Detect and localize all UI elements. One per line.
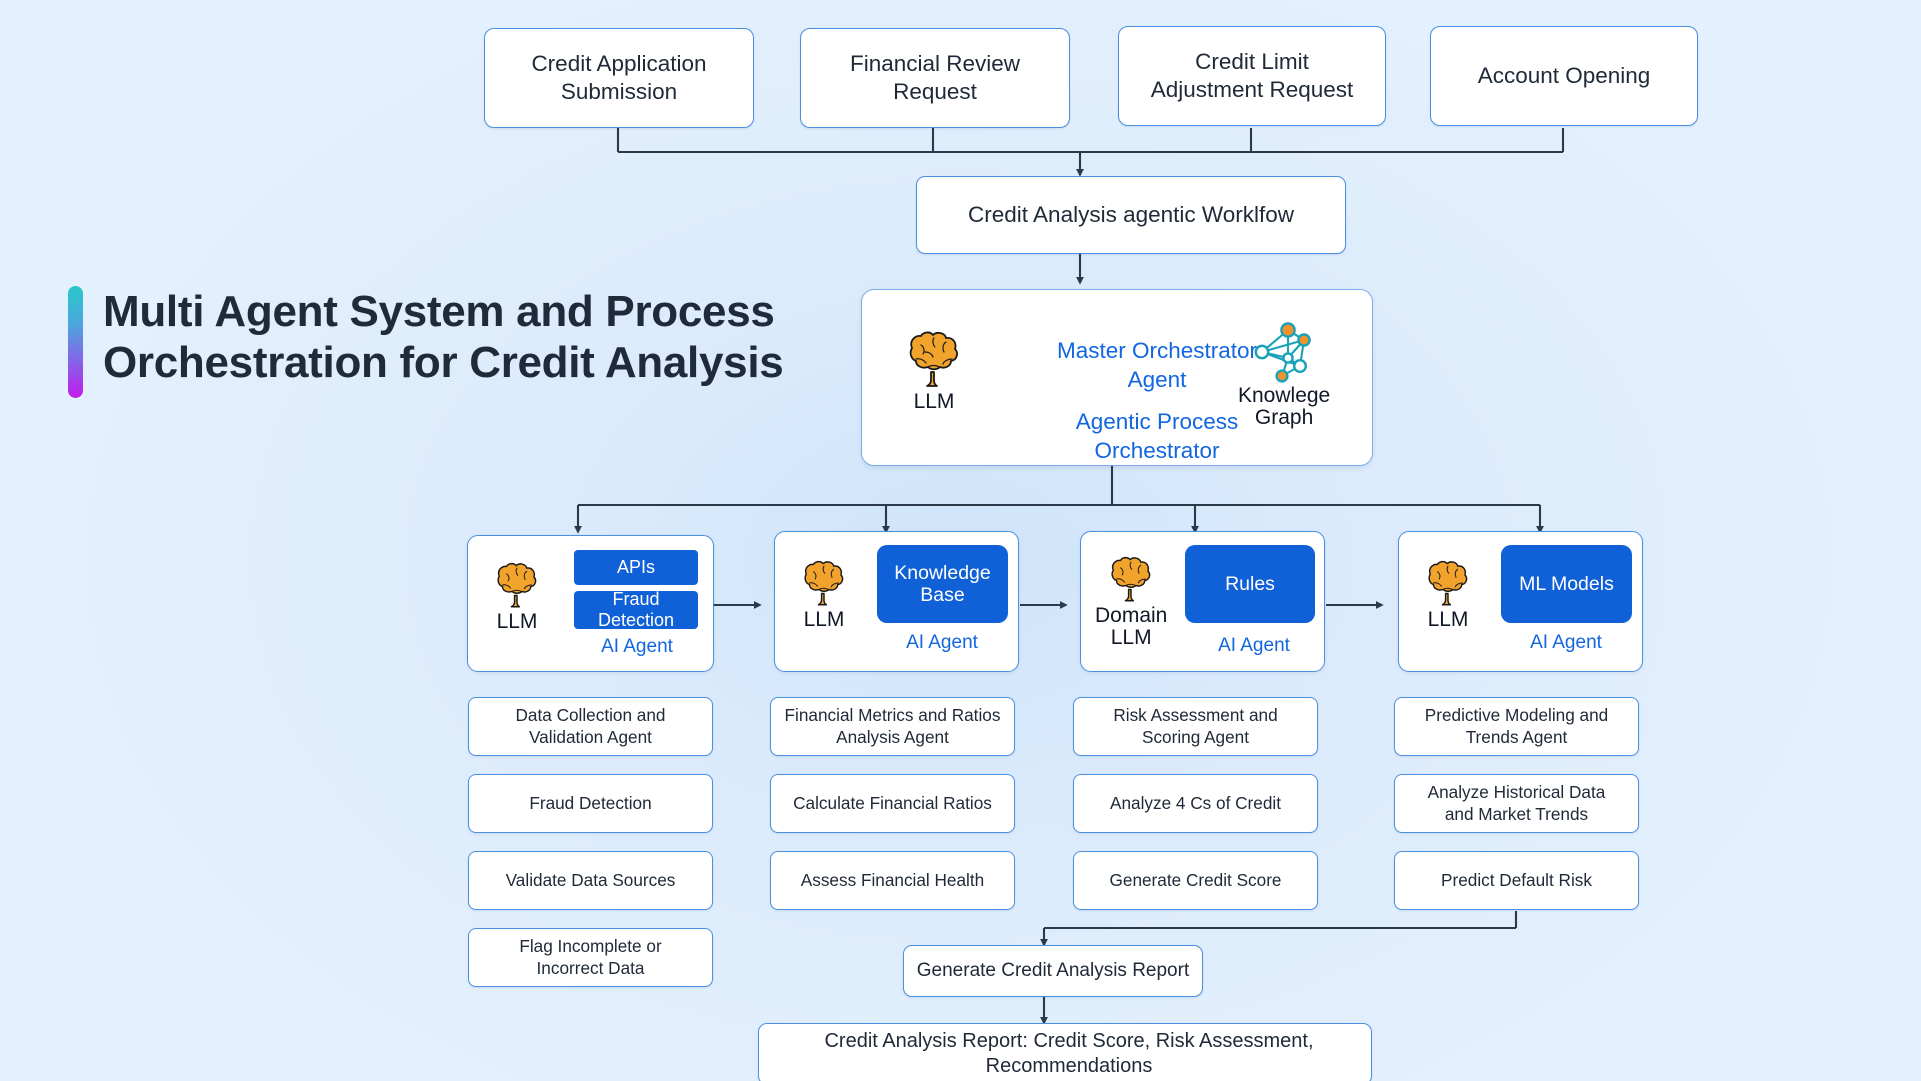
task-label: Financial Metrics and Ratios Analysis Ag…	[784, 705, 1001, 747]
workflow-node[interactable]: Credit Analysis agentic Worklfow	[916, 176, 1346, 254]
source-node-credit-limit[interactable]: Credit Limit Adjustment Request	[1118, 26, 1386, 126]
title-text: Multi Agent System and Process Orchestra…	[103, 287, 784, 388]
task-node[interactable]: Calculate Financial Ratios	[770, 774, 1015, 833]
agent-1-chip-apis[interactable]: APIs	[574, 550, 698, 585]
agent-1-chip-fraud-detection[interactable]: Fraud Detection	[574, 589, 698, 630]
task-label: Validate Data Sources	[505, 869, 676, 890]
agent-card-3[interactable]: Domain LLM Rules AI Agent	[1080, 531, 1325, 672]
agent-1-label: AI Agent	[601, 636, 673, 657]
llm-caption: Domain LLM	[1095, 604, 1168, 650]
master-orchestrator-card[interactable]: LLM Master Orchestrator Agent Agentic Pr…	[861, 289, 1373, 466]
llm-caption: LLM	[913, 390, 955, 413]
generate-report-label: Generate Credit Analysis Report	[916, 960, 1190, 982]
knowledge-graph-caption: Knowlege Graph	[1238, 384, 1331, 430]
brain-icon	[804, 560, 844, 606]
source-node-financial-review[interactable]: Financial Review Request	[800, 28, 1070, 128]
chip-label: Knowledge Base	[894, 561, 991, 606]
agent-4-llm: LLM	[1419, 558, 1477, 631]
chip-label: Fraud Detection	[597, 589, 675, 630]
task-label: Predictive Modeling and Trends Agent	[1424, 705, 1609, 747]
source-node-account-opening[interactable]: Account Opening	[1430, 26, 1698, 126]
workflow-label: Credit Analysis agentic Worklfow	[968, 202, 1294, 228]
source-label: Credit Application Submission	[531, 51, 707, 104]
chip-label: Rules	[1225, 572, 1275, 595]
task-node[interactable]: Financial Metrics and Ratios Analysis Ag…	[770, 697, 1015, 756]
llm-caption: LLM	[496, 610, 538, 633]
task-label: Predict Default Risk	[1441, 869, 1592, 890]
task-label: Data Collection and Validation Agent	[515, 705, 666, 747]
agent-2-llm: LLM	[795, 558, 853, 631]
orchestrator-llm: LLM	[898, 328, 970, 413]
task-node[interactable]: Fraud Detection	[468, 774, 713, 833]
llm-caption: LLM	[1427, 608, 1469, 631]
agent-2-chip-knowledge-base[interactable]: Knowledge Base	[877, 545, 1008, 623]
task-node[interactable]: Predictive Modeling and Trends Agent	[1394, 697, 1639, 756]
task-label: Fraud Detection	[529, 792, 652, 813]
task-label: Analyze Historical Data and Market Trend…	[1427, 782, 1606, 824]
knowledge-graph: Knowlege Graph	[1238, 318, 1330, 430]
chip-label: APIs	[616, 557, 655, 578]
knowledge-graph-icon	[1254, 322, 1311, 383]
brain-icon	[497, 562, 537, 608]
task-node[interactable]: Analyze 4 Cs of Credit	[1073, 774, 1318, 833]
brain-icon	[1428, 560, 1468, 606]
agent-card-4[interactable]: LLM ML Models AI Agent	[1398, 531, 1643, 672]
agent-card-1[interactable]: LLM APIs Fraud Detection AI Agent	[467, 535, 714, 672]
task-node[interactable]: Validate Data Sources	[468, 851, 713, 910]
task-label: Assess Financial Health	[800, 869, 985, 890]
task-label: Analyze 4 Cs of Credit	[1110, 792, 1281, 813]
task-node[interactable]: Generate Credit Score	[1073, 851, 1318, 910]
agent-4-chip-ml-models[interactable]: ML Models	[1501, 545, 1632, 623]
agent-2-label: AI Agent	[906, 632, 978, 653]
task-node[interactable]: Predict Default Risk	[1394, 851, 1639, 910]
agent-1-llm: LLM	[488, 560, 546, 633]
task-node[interactable]: Risk Assessment and Scoring Agent	[1073, 697, 1318, 756]
task-node[interactable]: Assess Financial Health	[770, 851, 1015, 910]
final-report-label: Credit Analysis Report: Credit Score, Ri…	[824, 1030, 1314, 1077]
task-label: Risk Assessment and Scoring Agent	[1113, 705, 1278, 747]
task-label: Calculate Financial Ratios	[793, 792, 992, 813]
task-node[interactable]: Flag Incomplete or Incorrect Data	[468, 928, 713, 987]
task-label: Generate Credit Score	[1109, 869, 1282, 890]
chip-label: ML Models	[1519, 572, 1614, 595]
agent-3-llm: Domain LLM	[1095, 554, 1167, 650]
brain-icon	[1111, 556, 1151, 602]
diagram-canvas: Multi Agent System and Process Orchestra…	[0, 0, 1921, 1081]
page-title: Multi Agent System and Process Orchestra…	[68, 286, 784, 398]
generate-report-node[interactable]: Generate Credit Analysis Report	[903, 945, 1203, 997]
agent-card-2[interactable]: LLM Knowledge Base AI Agent	[774, 531, 1019, 672]
source-label: Account Opening	[1477, 63, 1651, 89]
agent-3-label: AI Agent	[1218, 635, 1290, 656]
brain-icon	[909, 331, 958, 387]
final-report-node[interactable]: Credit Analysis Report: Credit Score, Ri…	[758, 1023, 1372, 1081]
title-accent-bar	[68, 286, 83, 398]
source-node-credit-application[interactable]: Credit Application Submission	[484, 28, 754, 128]
llm-caption: LLM	[803, 608, 845, 631]
task-label: Flag Incomplete or Incorrect Data	[519, 936, 662, 978]
source-label: Credit Limit Adjustment Request	[1150, 49, 1354, 102]
source-label: Financial Review Request	[849, 51, 1021, 104]
task-node[interactable]: Data Collection and Validation Agent	[468, 697, 713, 756]
agent-4-label: AI Agent	[1530, 632, 1602, 653]
task-node[interactable]: Analyze Historical Data and Market Trend…	[1394, 774, 1639, 833]
agent-3-chip-rules[interactable]: Rules	[1185, 545, 1315, 623]
